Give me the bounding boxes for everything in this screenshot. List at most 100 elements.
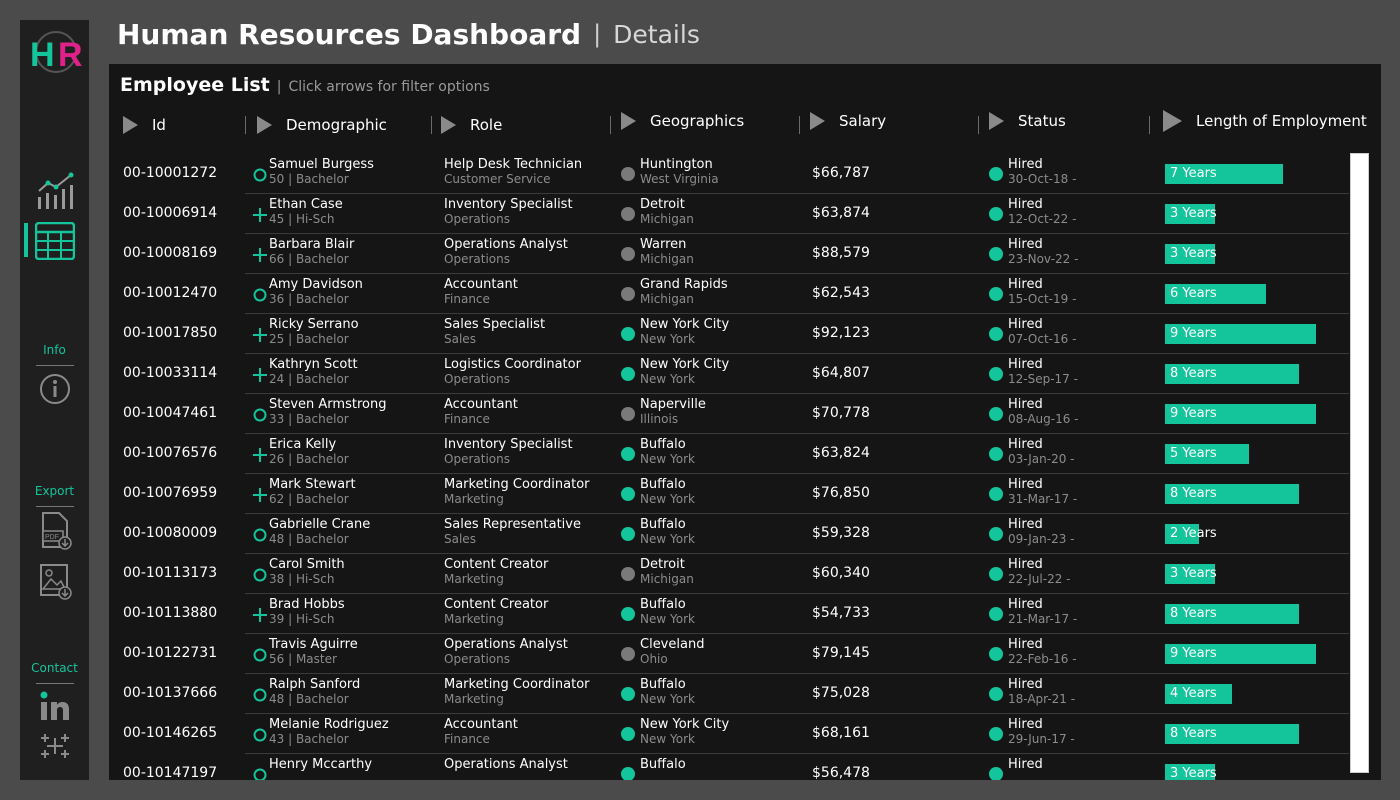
filter-arrow-icon[interactable] [1163,110,1182,132]
role-cell: Marketing Coordinator Marketing [444,477,590,507]
table-row[interactable]: 00-10076576 Erica Kelly 26 | Bachelor Inven… [109,434,1349,474]
vertical-scrollbar[interactable] [1350,153,1369,773]
table-row[interactable]: 00-10122731 Travis Aguirre 56 | Master Oper… [109,634,1349,674]
age-education: 33 | Bachelor [269,412,349,426]
table-row[interactable]: 00-10006914 Ethan Case 45 | Hi-Sch Inventor… [109,194,1349,234]
divider [36,683,74,684]
table-row[interactable]: 00-10137666 Ralph Sanford 48 | Bachelor Mar… [109,674,1349,714]
role-title: Marketing Coordinator [444,477,590,492]
city: Detroit [640,557,685,572]
location-dot-icon [621,287,635,301]
location-dot-icon [621,207,635,221]
employment-length-label: 8 Years [1170,486,1217,501]
table-row[interactable]: 00-10147197 Henry Mccarthy Operations Anal… [109,754,1349,780]
geographics-cell: Buffalo New York [640,437,695,467]
employee-name: Steven Armstrong [269,397,387,412]
page-subtitle: Details [613,19,700,49]
role-cell: Operations Analyst [444,757,568,772]
table-row[interactable]: 00-10008169 Barbara Blair 66 | Bachelor Ope… [109,234,1349,274]
role-cell: Marketing Coordinator Marketing [444,677,590,707]
table-row[interactable]: 00-10047461 Steven Armstrong 33 | Bachelor… [109,394,1349,434]
employment-length-label: 3 Years [1170,766,1217,780]
status-cell: Hired 07-Oct-16 - [1008,317,1076,347]
circle-icon [253,647,267,662]
table-row[interactable]: 00-10012470 Amy Davidson 36 | Bachelor Acco… [109,274,1349,314]
linkedin-icon[interactable] [34,685,76,727]
city: Cleveland [640,637,705,652]
filter-arrow-icon[interactable] [621,112,636,130]
filter-arrow-icon[interactable] [257,116,272,134]
image-export-icon[interactable] [34,560,76,602]
role-title: Sales Representative [444,517,581,532]
age-education: 24 | Bachelor [269,372,349,386]
employee-name: Amy Davidson [269,277,363,292]
filter-arrow-icon[interactable] [810,112,825,130]
status: Hired [1008,677,1043,692]
demographic-cell: Carol Smith 38 | Hi-Sch [269,557,345,587]
role-cell: Sales Specialist Sales [444,317,545,347]
salary: $62,543 [812,285,870,301]
column-header-demographic[interactable]: Demographic [257,112,387,138]
pdf-export-icon[interactable]: PDF [34,510,76,552]
age-education: 56 | Master [269,652,337,666]
table-row[interactable]: 00-10033114 Kathryn Scott 24 | Bachelor Log… [109,354,1349,394]
column-header-status[interactable]: Status [989,108,1066,134]
demographic-cell: Amy Davidson 36 | Bachelor [269,277,363,307]
employment-length-label: 9 Years [1170,326,1217,341]
salary: $68,161 [812,725,870,741]
status-cell: Hired 12-Oct-22 - [1008,197,1076,227]
city: New York City [640,317,730,332]
status-cell: Hired 23-Nov-22 - [1008,237,1078,267]
table-icon[interactable] [34,220,76,262]
department: Sales [444,332,476,346]
status-dot-icon [989,407,1003,421]
status: Hired [1008,157,1043,172]
employment-length-label: 8 Years [1170,366,1217,381]
employee-id: 00-10113173 [123,565,218,581]
filter-arrow-icon[interactable] [123,116,138,134]
employment-length-label: 3 Years [1170,246,1217,261]
tableau-icon[interactable] [34,725,76,767]
table-row[interactable]: 00-10113880 Brad Hobbs 39 | Hi-Sch Content … [109,594,1349,634]
column-header-length-of-employment[interactable]: Length of Employment [1163,108,1367,134]
employment-length-label: 7 Years [1170,166,1217,181]
department: Finance [444,292,490,306]
column-divider [431,116,432,134]
state: New York [640,612,695,626]
status-cell: Hired 09-Jan-23 - [1008,517,1075,547]
location-dot-icon [621,647,635,661]
column-header-geographics[interactable]: Geographics [621,108,744,134]
employee-id: 00-10122731 [123,645,218,661]
filter-arrow-icon[interactable] [441,116,456,134]
column-header-role[interactable]: Role [441,112,502,138]
status: Hired [1008,477,1043,492]
geographics-cell: Buffalo New York [640,517,695,547]
column-header-salary[interactable]: Salary [810,108,886,134]
info-icon[interactable] [34,368,76,410]
status-dot-icon [989,287,1003,301]
demographic-cell: Brad Hobbs 39 | Hi-Sch [269,597,345,627]
role-cell: Accountant Finance [444,277,518,307]
employee-id: 00-10080009 [123,525,218,541]
svg-text:PDF: PDF [45,534,59,541]
state: New York [640,452,695,466]
salary: $75,028 [812,685,870,701]
city: Grand Rapids [640,277,728,292]
salary: $64,807 [812,365,870,381]
table-row[interactable]: 00-10001272 Samuel Burgess 50 | Bachelor He… [109,154,1349,194]
table-row[interactable]: 00-10113173 Carol Smith 38 | Hi-Sch Content… [109,554,1349,594]
line-chart-icon[interactable] [34,170,76,212]
table-row[interactable]: 00-10080009 Gabrielle Crane 48 | Bachelor S… [109,514,1349,554]
table-row[interactable]: 00-10146265 Melanie Rodriguez 43 | Bachelo… [109,714,1349,754]
table-row[interactable]: 00-10076959 Mark Stewart 62 | Bachelor Mark… [109,474,1349,514]
column-header-id[interactable]: Id [123,112,166,138]
plus-icon [253,207,267,222]
age-education: 45 | Hi-Sch [269,212,335,226]
city: Buffalo [640,437,686,452]
logo-icon[interactable]: R H [28,28,84,76]
age-education: 66 | Bachelor [269,252,349,266]
department: Finance [444,732,490,746]
table-row[interactable]: 00-10017850 Ricky Serrano 25 | Bachelor Sal… [109,314,1349,354]
filter-arrow-icon[interactable] [989,112,1004,130]
state: New York [640,532,695,546]
